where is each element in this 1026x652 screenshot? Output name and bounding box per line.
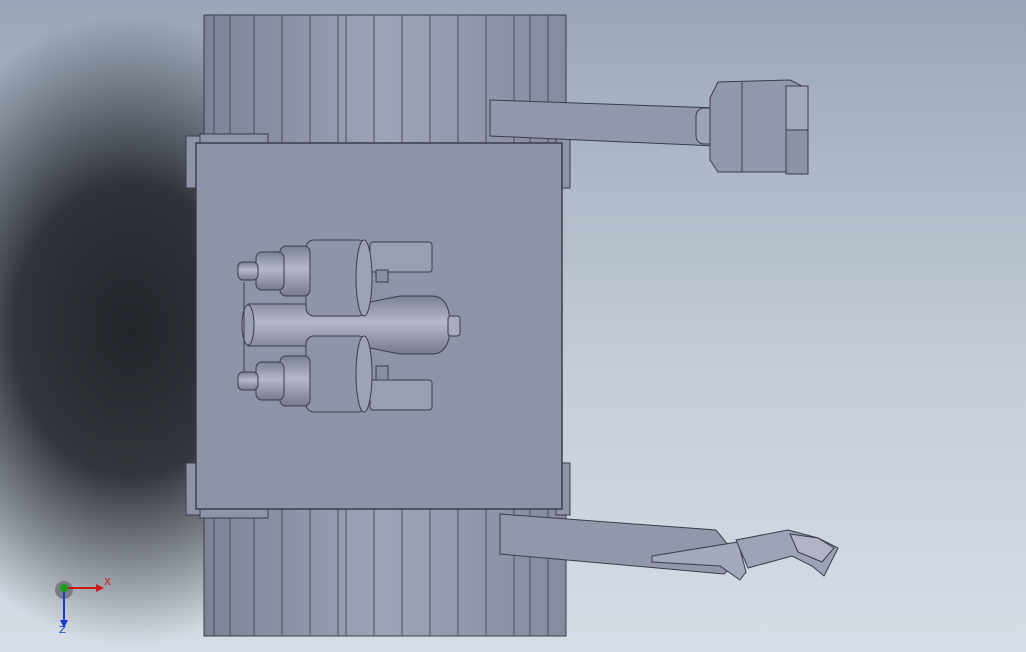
y-axis-point-icon xyxy=(60,584,68,592)
x-arrowhead-icon xyxy=(96,584,104,592)
turret-assembly xyxy=(237,239,461,413)
x-axis-label: X xyxy=(104,577,111,588)
z-axis-label: Z xyxy=(59,625,66,636)
robot-model[interactable]: X Z xyxy=(0,0,1026,652)
cad-viewport[interactable]: X Z xyxy=(0,0,1026,652)
axis-triad[interactable]: X Z xyxy=(55,577,111,636)
